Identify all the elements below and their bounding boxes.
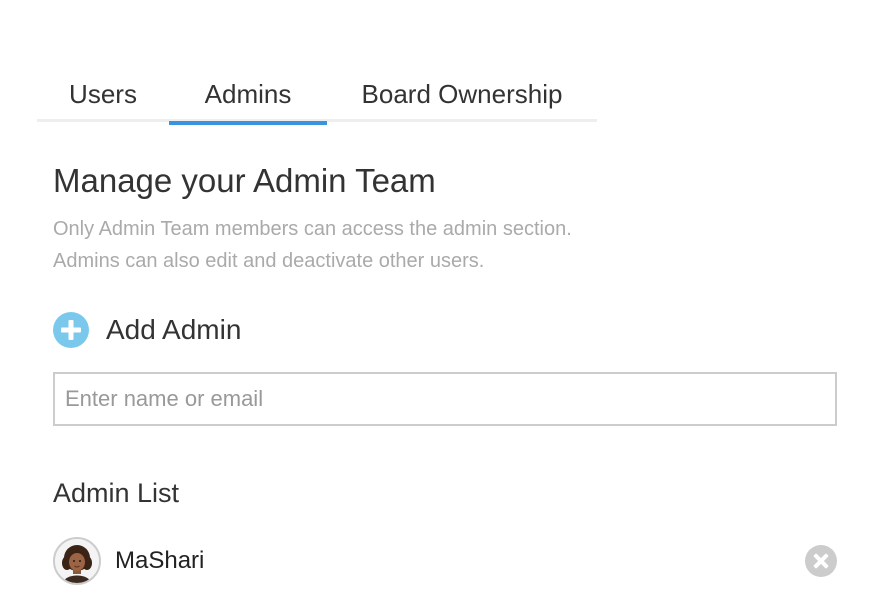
description-line-2: Admins can also edit and deactivate othe… [53, 250, 485, 272]
admin-search-input[interactable] [53, 372, 837, 426]
tab-admins-label: Admins [204, 78, 292, 109]
admin-settings-page: Users Admins Board Ownership Manage your… [0, 0, 885, 609]
description-line-1: Only Admin Team members can access the a… [53, 218, 572, 240]
tab-board-ownership[interactable]: Board Ownership [327, 66, 597, 122]
admin-list-item: MaShari [53, 537, 837, 585]
tab-admins[interactable]: Admins [169, 66, 327, 125]
page-title: Manage your Admin Team [53, 162, 436, 199]
avatar-icon [53, 537, 101, 585]
remove-admin-button[interactable] [805, 545, 837, 577]
add-admin-label: Add Admin [106, 314, 242, 345]
admin-list-heading: Admin List [53, 478, 180, 508]
tab-board-ownership-label: Board Ownership [361, 78, 563, 109]
tab-users-label: Users [69, 78, 137, 109]
plus-circle-icon[interactable] [53, 312, 89, 348]
tab-users[interactable]: Users [37, 66, 169, 122]
tab-bar: Users Admins Board Ownership [37, 66, 597, 125]
add-admin-button[interactable]: Add Admin [53, 310, 241, 350]
admin-name: MaShari [115, 547, 205, 574]
